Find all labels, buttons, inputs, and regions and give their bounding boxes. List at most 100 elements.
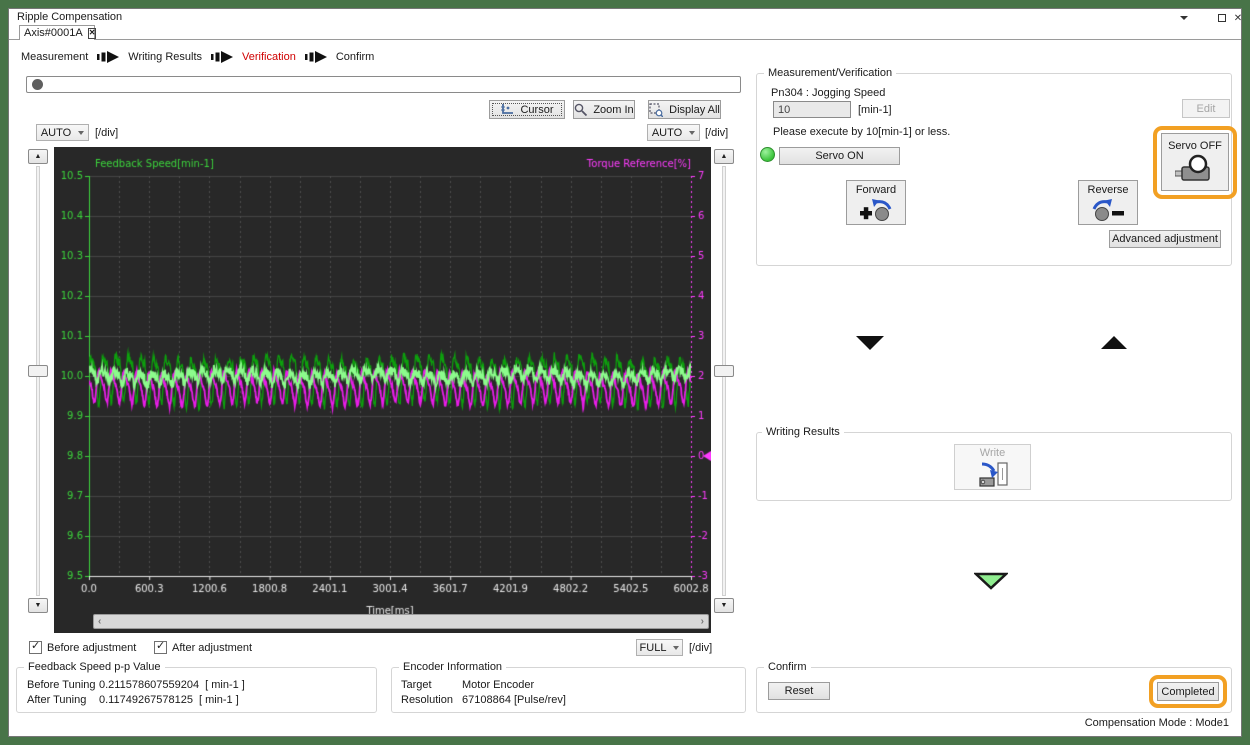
step-arrow-icon (304, 51, 327, 63)
chevron-down-icon (689, 130, 696, 135)
servo-off-label: Servo OFF (1168, 140, 1222, 152)
edit-button[interactable]: Edit (1182, 99, 1230, 118)
after-adjustment-checkbox[interactable]: ✓ (154, 640, 167, 654)
zoom-in-button[interactable]: Zoom In (573, 100, 635, 119)
jogging-speed-input[interactable]: 10 (773, 101, 851, 118)
step-measurement: Measurement (21, 51, 89, 63)
jogging-speed-param-label: Pn304 : Jogging Speed (771, 87, 886, 99)
left-axis-scroll-down-button[interactable]: ▼ (28, 598, 48, 613)
display-all-icon (649, 102, 664, 117)
left-scale-dropdown[interactable]: AUTO (36, 124, 89, 141)
magnifier-icon (575, 103, 588, 116)
caret-down-icon (1180, 16, 1188, 20)
tab-label: Axis#0001A (24, 27, 83, 39)
step-verification: Verification (242, 51, 296, 63)
left-axis-slider-thumb[interactable] (28, 365, 48, 377)
step-arrow-icon (211, 51, 234, 63)
position-slider-thumb[interactable] (32, 79, 43, 90)
left-scale-unit: [/div] (95, 127, 119, 139)
encoder-target-row: Target Motor Encoder (401, 679, 534, 691)
right-axis-scroll-down-button[interactable]: ▼ (714, 598, 734, 613)
write-button[interactable]: Write (954, 444, 1031, 490)
encoder-target-label: Target (401, 679, 432, 691)
check-icon: ✓ (156, 640, 166, 652)
display-all-label: Display All (669, 103, 720, 116)
step-arrow-icon (97, 51, 120, 63)
x-scale-unit: [/div] (689, 642, 713, 654)
x-scale-dropdown[interactable]: FULL (636, 639, 683, 656)
reverse-label: Reverse (1087, 183, 1129, 196)
chart-area: ‹ › (54, 147, 711, 633)
chevron-down-icon (673, 645, 680, 650)
window-menu-button[interactable] (1177, 12, 1191, 24)
right-axis-slider-track[interactable] (722, 166, 726, 596)
scroll-right-icon[interactable]: › (701, 616, 704, 627)
waveform-chart (54, 147, 711, 633)
tab-strip-divider (9, 39, 1241, 40)
step-writing-results: Writing Results (128, 51, 203, 63)
left-axis-scroll-up-button[interactable]: ▲ (28, 149, 48, 164)
forward-button[interactable]: Forward (846, 180, 906, 225)
close-icon: ✕ (1233, 12, 1243, 24)
flow-up-triangle (1101, 336, 1127, 349)
forward-jog-icon (860, 198, 892, 221)
right-scale-unit: [/div] (705, 127, 729, 139)
flow-green-triangle (974, 572, 1008, 590)
completed-button[interactable]: Completed (1157, 682, 1219, 701)
pp-before-unit: [ min-1 ] (205, 679, 245, 691)
measurement-verification-title: Measurement/Verification (764, 67, 897, 79)
cursor-icon (501, 104, 514, 114)
encoder-resolution-row: Resolution 67108864 [Pulse/rev] (401, 694, 566, 706)
close-button[interactable]: ✕ (1231, 12, 1245, 24)
encoder-info-title: Encoder Information (399, 661, 507, 673)
right-scale-dropdown[interactable]: AUTO (647, 124, 700, 141)
left-scale-value: AUTO (40, 126, 72, 139)
encoder-resolution-label: Resolution (401, 694, 453, 706)
left-axis-slider-track[interactable] (36, 166, 40, 596)
cursor-button[interactable]: Cursor (489, 100, 565, 119)
before-adjustment-checkbox[interactable]: ✓ (29, 640, 42, 654)
maximize-icon (1218, 14, 1226, 22)
right-axis-scroll-up-button[interactable]: ▲ (714, 149, 734, 164)
jogging-speed-unit: [min-1] (858, 104, 892, 116)
after-adjustment-label: After adjustment (172, 642, 253, 654)
forward-label: Forward (855, 183, 897, 196)
servo-status-led (760, 147, 775, 162)
before-adjustment-label: Before adjustment (47, 642, 137, 654)
pp-after-label: After Tuning (27, 694, 87, 706)
pp-value-title: Feedback Speed p-p Value (24, 661, 165, 673)
scroll-left-icon[interactable]: ‹ (98, 616, 101, 627)
tab-axis0001a[interactable]: Axis#0001A ✕ (19, 25, 97, 40)
write-label: Write (979, 447, 1006, 459)
pp-before-row: Before Tuning 0.211578607559204 [ min-1 … (27, 679, 245, 691)
pp-before-value: 0.211578607559204 (99, 679, 200, 691)
pp-after-unit: [ min-1 ] (199, 694, 239, 706)
writing-results-title: Writing Results (762, 426, 844, 438)
tab-close-icon: ✕ (88, 28, 96, 37)
reverse-button[interactable]: Reverse (1078, 180, 1138, 225)
pp-after-row: After Tuning 0.11749267578125 [ min-1 ] (27, 694, 239, 706)
zoom-in-label: Zoom In (593, 103, 634, 116)
flow-down-triangle (856, 336, 884, 350)
title-bar: Ripple Compensation ✕ (9, 9, 1242, 25)
right-scale-value: AUTO (651, 126, 683, 139)
servo-on-button[interactable]: Servo ON (779, 147, 900, 165)
maximize-button[interactable] (1215, 12, 1229, 24)
chevron-down-icon (78, 130, 85, 135)
confirm-title: Confirm (764, 661, 811, 673)
advanced-adjustment-button[interactable]: Advanced adjustment (1109, 230, 1221, 248)
pp-before-label: Before Tuning (27, 679, 96, 691)
position-slider[interactable] (26, 76, 741, 93)
step-confirm: Confirm (335, 51, 375, 63)
display-all-button[interactable]: Display All (648, 100, 721, 119)
ripple-compensation-window: Ripple Compensation ✕ Axis#0001A ✕ Measu… (8, 8, 1242, 737)
cursor-label: Cursor (520, 103, 554, 116)
right-axis-slider-thumb[interactable] (714, 365, 734, 377)
jogging-speed-note: Please execute by 10[min-1] or less. (773, 126, 951, 138)
encoder-resolution-value: 67108864 [Pulse/rev] (462, 694, 566, 706)
chart-horizontal-scrollbar[interactable]: ‹ › (93, 614, 709, 629)
servo-off-button[interactable]: Servo OFF (1161, 133, 1229, 191)
check-icon: ✓ (31, 640, 41, 652)
tab-close-button[interactable]: ✕ (87, 27, 97, 39)
reset-button[interactable]: Reset (768, 682, 830, 700)
